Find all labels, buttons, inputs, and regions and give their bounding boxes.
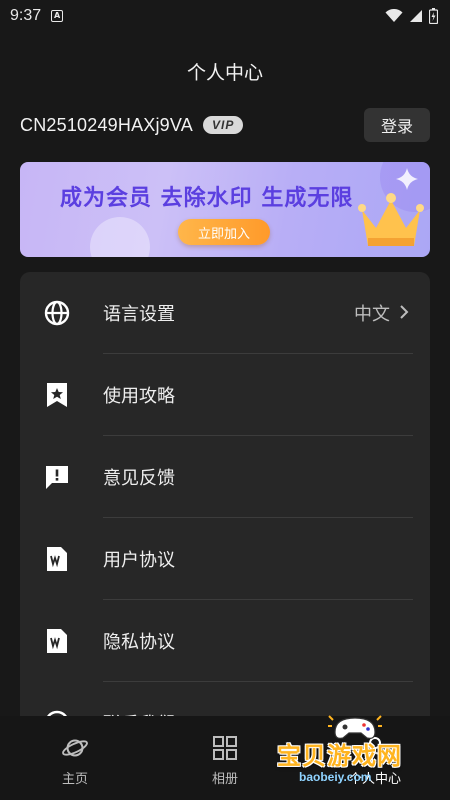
wifi-icon bbox=[385, 9, 403, 22]
site-watermark: 宝贝游戏网 baobeiy.com bbox=[275, 712, 445, 792]
menu-item-label: 使用攻略 bbox=[103, 386, 175, 407]
join-now-button[interactable]: 立即加入 bbox=[178, 219, 270, 245]
vip-badge: VIP bbox=[202, 116, 244, 134]
settings-menu: 语言设置 中文 使用攻略 意见反馈 用户协议 隐私协议 bbox=[20, 272, 430, 752]
user-id: CN2510249HAXj9VA bbox=[20, 114, 193, 135]
menu-item-guide[interactable]: 使用攻略 bbox=[20, 354, 430, 436]
status-bar: 9:37 A bbox=[0, 0, 450, 32]
document-icon bbox=[44, 628, 70, 654]
membership-banner[interactable]: 成为会员 去除水印 生成无限 立即加入 bbox=[20, 162, 430, 257]
chevron-right-icon bbox=[400, 305, 409, 319]
menu-item-label: 隐私协议 bbox=[103, 632, 175, 653]
page-title: 个人中心 bbox=[186, 62, 263, 84]
login-button[interactable]: 登录 bbox=[364, 108, 430, 142]
menu-item-user-agreement[interactable]: 用户协议 bbox=[20, 518, 430, 600]
watermark-url: baobeiy.com bbox=[299, 770, 372, 784]
status-time: 9:37 bbox=[10, 7, 42, 24]
crown-icon bbox=[358, 193, 424, 246]
planet-icon bbox=[61, 734, 89, 762]
nav-home[interactable]: 主页 bbox=[0, 716, 150, 800]
menu-item-label: 语言设置 bbox=[103, 304, 175, 325]
menu-item-label: 用户协议 bbox=[103, 550, 175, 571]
globe-icon bbox=[44, 300, 70, 326]
user-row: CN2510249HAXj9VA VIP 登录 bbox=[20, 108, 430, 142]
menu-item-language[interactable]: 语言设置 中文 bbox=[20, 272, 430, 354]
grid-icon bbox=[211, 734, 239, 762]
document-icon bbox=[44, 546, 70, 572]
menu-item-label: 意见反馈 bbox=[103, 468, 175, 489]
signal-icon bbox=[410, 10, 422, 22]
menu-item-privacy[interactable]: 隐私协议 bbox=[20, 600, 430, 682]
battery-icon bbox=[429, 8, 438, 24]
status-icons bbox=[385, 8, 438, 24]
bookmark-star-icon bbox=[44, 382, 70, 408]
notification-icon: A bbox=[51, 10, 64, 22]
language-value: 中文 bbox=[354, 304, 390, 325]
nav-label: 主页 bbox=[61, 772, 88, 787]
watermark-title: 宝贝游戏网 bbox=[277, 742, 402, 770]
feedback-icon bbox=[44, 464, 70, 490]
nav-label: 相册 bbox=[211, 772, 238, 787]
banner-decoration bbox=[90, 217, 150, 257]
menu-item-feedback[interactable]: 意见反馈 bbox=[20, 436, 430, 518]
banner-headline: 成为会员 去除水印 生成无限 bbox=[60, 186, 354, 211]
